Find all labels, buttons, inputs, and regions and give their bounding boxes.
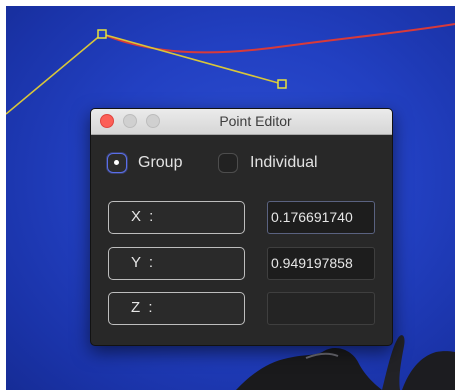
point-editor-window: Point Editor Group Individual X : 0.1766… bbox=[90, 108, 393, 346]
x-value-field[interactable]: 0.176691740 bbox=[267, 201, 375, 234]
radio-unselected-icon[interactable] bbox=[218, 153, 238, 173]
z-value-field[interactable] bbox=[267, 292, 375, 325]
individual-radio-label[interactable]: Individual bbox=[250, 154, 318, 172]
window-titlebar[interactable]: Point Editor bbox=[91, 109, 392, 135]
x-axis-button[interactable]: X : bbox=[108, 201, 245, 234]
group-radio-label[interactable]: Group bbox=[138, 154, 182, 172]
z-axis-button[interactable]: Z : bbox=[108, 292, 245, 325]
y-axis-button[interactable]: Y : bbox=[108, 247, 245, 280]
radio-selected-icon[interactable] bbox=[107, 153, 127, 173]
y-value-field[interactable]: 0.949197858 bbox=[267, 247, 375, 280]
mode-selector: Group Individual bbox=[107, 153, 377, 175]
window-title: Point Editor bbox=[219, 113, 292, 129]
screenshot-viewport: Point Editor Group Individual X : 0.1766… bbox=[0, 0, 455, 390]
